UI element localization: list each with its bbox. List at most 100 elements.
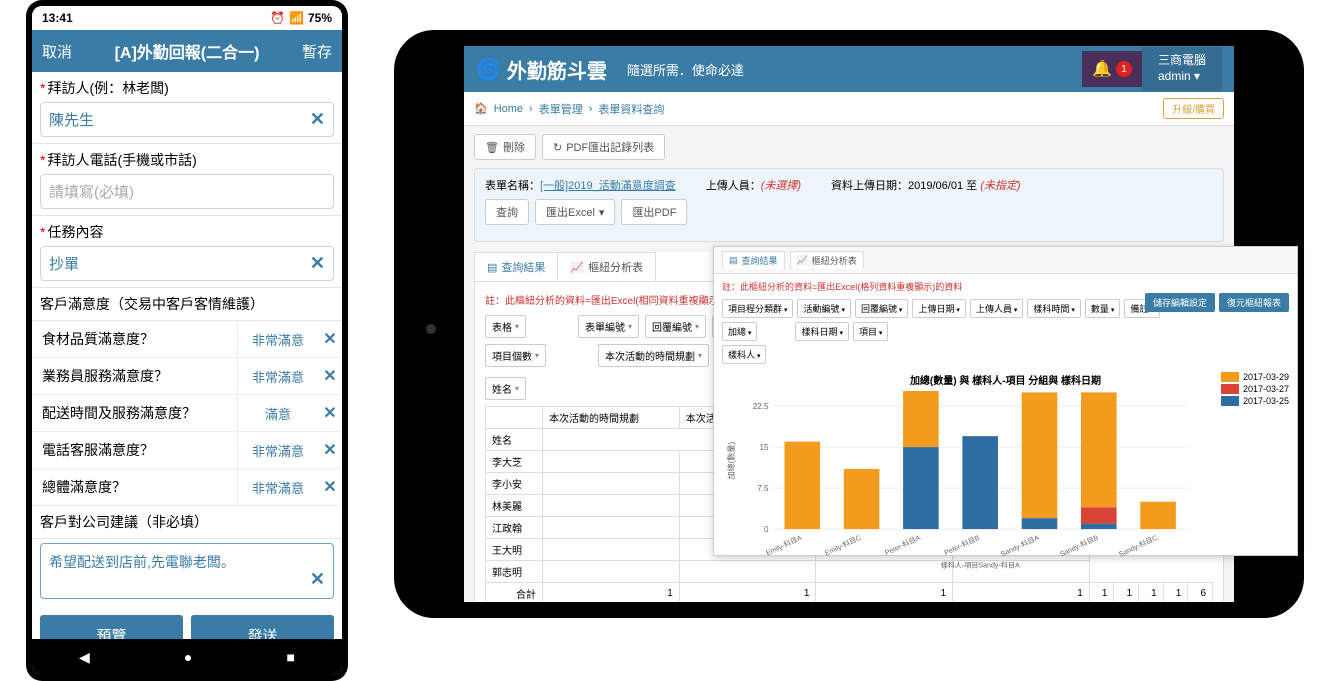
clear-icon[interactable]: ✕ — [318, 477, 342, 497]
user-menu[interactable]: 三商電腦 admin ▾ — [1142, 47, 1222, 90]
svg-text:Peter-科目B: Peter-科目B — [943, 533, 982, 557]
app-header: 🌀 外勤筋斗雲 隨選所需．使命必達 🔔 1 三商電腦 admin ▾ — [464, 46, 1234, 92]
query-panel: 表單名稱：[一般]2019_活動滿意度調查 上傳人員：(未選擇) 資料上傳日期：… — [474, 168, 1224, 242]
cp-sel-sum[interactable]: 加總 — [722, 322, 757, 341]
crumb-l2: 表單資料查詢 — [598, 101, 664, 117]
sat-label: 電話客服滿意度？ — [32, 432, 238, 468]
date-from[interactable]: 2019/06/01 — [908, 180, 963, 192]
satisfaction-list: 食材品質滿意度？非常滿意✕業務員服務滿意度？非常滿意✕配送時間及服務滿意度？滿意… — [32, 321, 342, 506]
clear-icon[interactable]: ✕ — [310, 253, 325, 274]
sat-value[interactable]: 非常滿意 — [238, 322, 318, 357]
crumb-home[interactable]: Home — [494, 103, 523, 115]
page-title: [A]外勤回報(二合一) — [115, 39, 260, 63]
notification-badge: 1 — [1116, 61, 1132, 77]
signal-icon: 📶 — [289, 11, 304, 25]
restore-pivot-button[interactable]: 復元樞紐報表 — [1219, 293, 1289, 312]
cp-tab-results[interactable]: ▤ 查詢結果 — [722, 251, 785, 269]
clear-icon[interactable]: ✕ — [310, 569, 325, 590]
upgrade-button[interactable]: 升級/購買 — [1163, 98, 1224, 119]
svg-text:15: 15 — [760, 443, 770, 452]
cancel-button[interactable]: 取消 — [42, 41, 72, 62]
sat-value[interactable]: 非常滿意 — [238, 470, 318, 505]
cp-filter[interactable]: 數量 — [1085, 299, 1120, 318]
status-battery: 75% — [308, 11, 332, 25]
cp-tab-pivot[interactable]: 📈 樞紐分析表 — [790, 251, 864, 269]
sat-value[interactable]: 非常滿意 — [238, 359, 318, 394]
cp-filter[interactable]: 樣科時間 — [1027, 299, 1080, 318]
status-time: 13:41 — [42, 11, 73, 25]
svg-text:Sandy-科目A: Sandy-科目A — [999, 533, 1040, 559]
sat-label: 業務員服務滿意度？ — [32, 358, 238, 394]
clear-icon[interactable]: ✕ — [318, 440, 342, 460]
sel-timeplan[interactable]: 本次活動的時間規劃 — [598, 344, 709, 367]
sel-name[interactable]: 姓名 — [485, 377, 526, 400]
clear-icon[interactable]: ✕ — [318, 329, 342, 349]
svg-text:Peter-科目A: Peter-科目A — [883, 533, 922, 557]
chart-popup: ▤ 查詢結果 📈 樞紐分析表 註：此樞紐分析的資料=匯出Excel(格列資料重複… — [713, 246, 1298, 556]
svg-text:加總(數量): 加總(數量) — [726, 442, 736, 480]
phone-screen: 13:41 ⏰ 📶 75% 取消 [A]外勤回報(二合一) 暫存 拜訪人(例：林… — [32, 6, 342, 675]
legend-label: 2017-03-25 — [1243, 396, 1289, 406]
legend-label: 2017-03-29 — [1243, 372, 1289, 382]
chart-icon: 📈 — [570, 261, 584, 274]
refresh-icon: ↻ — [553, 141, 562, 154]
cp-filter[interactable]: 上傳日期 — [912, 299, 965, 318]
suggestion-textarea[interactable]: 希望配送到店前,先電聯老闆。 ✕ — [40, 543, 334, 599]
send-button[interactable]: 發送 — [191, 615, 334, 639]
cp-sel-item[interactable]: 項目 — [853, 322, 888, 341]
query-button[interactable]: 查詢 — [485, 199, 529, 225]
date-to[interactable]: (未指定) — [980, 180, 1020, 192]
home-icon[interactable]: ● — [184, 649, 192, 665]
satisfaction-section-label: 客戶滿意度（交易中客戶客情維護） — [32, 288, 342, 321]
save-draft-button[interactable]: 暫存 — [302, 41, 332, 62]
task-label: 任務內容 — [40, 222, 334, 242]
legend-label: 2017-03-27 — [1243, 384, 1289, 394]
cp-sel-qty[interactable]: 樣科人 — [722, 345, 766, 364]
export-excel-button[interactable]: 匯出Excel ▾ — [535, 199, 615, 225]
phone-input[interactable]: 請填寫(必填) — [40, 174, 334, 209]
sel-formno[interactable]: 表單編號 — [578, 315, 639, 338]
pdf-export-button[interactable]: ↻PDF匯出記錄列表 — [542, 134, 665, 160]
cp-filter[interactable]: 活動編號 — [797, 299, 850, 318]
form-name-link[interactable]: [一般]2019_活動滿意度調查 — [540, 180, 676, 192]
sel-count[interactable]: 項目個數 — [485, 344, 546, 367]
svg-text:Sandy-科目C: Sandy-科目C — [1117, 533, 1159, 559]
bar-chart: 07.51522.5加總(數量)Emily-科目AEmily-科目CPeter-… — [722, 391, 1289, 571]
sat-value[interactable]: 非常滿意 — [238, 433, 318, 468]
cloud-icon: 🌀 — [476, 57, 501, 82]
svg-text:22.5: 22.5 — [753, 402, 769, 411]
uploader-value[interactable]: (未選擇) — [761, 180, 801, 192]
cp-sel-person[interactable]: 樣科日期 — [795, 322, 848, 341]
sat-value[interactable]: 滿意 — [238, 396, 318, 431]
save-pivot-button[interactable]: 儲存編輯設定 — [1145, 293, 1215, 312]
clear-icon[interactable]: ✕ — [318, 403, 342, 423]
visitor-input[interactable]: 陳先生 ✕ — [40, 102, 334, 137]
tab-results[interactable]: ▤查詢結果 — [474, 252, 558, 281]
cp-filter[interactable]: 上傳人員 — [970, 299, 1023, 318]
clear-icon[interactable]: ✕ — [310, 109, 325, 130]
tab-pivot[interactable]: 📈樞紐分析表 — [557, 252, 656, 281]
svg-text:樣科人-項目Sandy-科目A: 樣科人-項目Sandy-科目A — [941, 561, 1020, 570]
suggestion-label: 客戶對公司建議（非必填） — [32, 506, 342, 539]
document-icon: ▤ — [487, 261, 497, 274]
cp-filter[interactable]: 項目程分類群 — [722, 299, 793, 318]
phone-frame: 13:41 ⏰ 📶 75% 取消 [A]外勤回報(二合一) 暫存 拜訪人(例：林… — [26, 0, 348, 681]
task-input[interactable]: 抄單 ✕ — [40, 246, 334, 281]
svg-text:Sandy-科目B: Sandy-科目B — [1058, 533, 1099, 559]
sel-replyno[interactable]: 回覆編號 — [645, 315, 706, 338]
delete-button[interactable]: 🗑刪除 — [474, 134, 536, 160]
crumb-l1[interactable]: 表單管理 — [539, 101, 583, 117]
preview-button[interactable]: 預覽 — [40, 615, 183, 639]
trash-icon: 🗑 — [485, 141, 499, 154]
home-icon: 🏠 — [474, 102, 488, 115]
sel-table[interactable]: 表格 — [485, 315, 526, 338]
back-icon[interactable]: ◀ — [79, 649, 90, 666]
export-pdf-button[interactable]: 匯出PDF — [621, 199, 687, 225]
chart-title: 加總(數量) 與 樣科人-項目 分組與 樣科日期 — [722, 372, 1289, 387]
svg-text:Emily-科目A: Emily-科目A — [764, 533, 803, 558]
clear-icon[interactable]: ✕ — [318, 366, 342, 386]
chart-legend: 2017-03-29 2017-03-27 2017-03-25 — [1221, 372, 1289, 408]
notifications-button[interactable]: 🔔 1 — [1082, 51, 1142, 87]
cp-filter[interactable]: 回覆編號 — [855, 299, 908, 318]
recents-icon[interactable]: ■ — [286, 649, 294, 665]
